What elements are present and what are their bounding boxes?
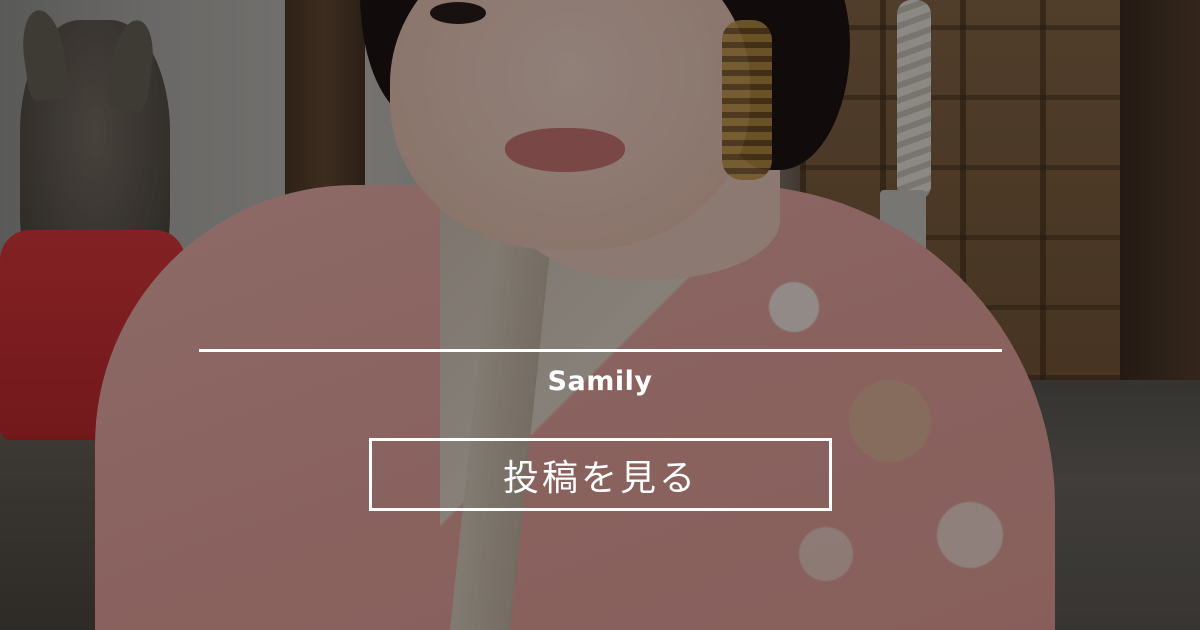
view-post-button[interactable]: 投稿を見る [369, 438, 832, 511]
site-name: Samily [547, 366, 653, 397]
share-card: Samily 投稿を見る [0, 0, 1200, 630]
divider-line [199, 349, 1002, 352]
dark-overlay [0, 0, 1200, 630]
